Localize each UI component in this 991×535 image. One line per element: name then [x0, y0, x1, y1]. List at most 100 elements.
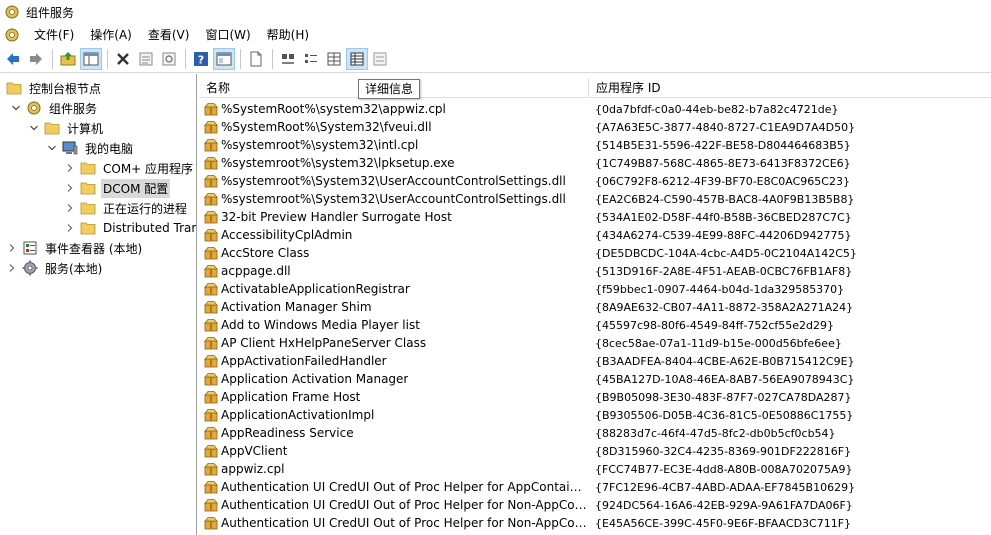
menu-view[interactable]: 查看(V) [140, 25, 198, 45]
properties-button[interactable] [135, 48, 157, 70]
table-row[interactable]: %systemroot%\system32\lpksetup.exe {1C749… [199, 154, 991, 172]
table-row[interactable]: %SystemRoot%\System32\fveui.dll {A7A63E5C… [199, 118, 991, 136]
table-row[interactable]: %systemroot%\System32\UserAccountControl… [199, 190, 991, 208]
row-name-text: ApplicationActivationImpl [221, 408, 375, 422]
chevron-right-icon[interactable] [64, 202, 76, 214]
computer-icon [62, 140, 78, 156]
delete-button[interactable] [112, 48, 134, 70]
cell-name: Application Activation Manager [199, 372, 589, 386]
cell-appid: {EA2C6B24-C590-457B-BAC8-4A0F9B13B5B8} [595, 192, 855, 206]
small-icons-button[interactable] [300, 48, 322, 70]
tree-node[interactable]: 计算机 [28, 118, 105, 138]
table-row[interactable]: Authentication UI CredUI Out of Proc Hel… [199, 496, 991, 514]
table-row[interactable]: AppVClient {8D315960-32C4-4235-8369-901DF… [199, 442, 991, 460]
menu-help[interactable]: 帮助(H) [259, 25, 317, 45]
tree-node[interactable]: 正在运行的进程 [64, 198, 189, 218]
table-row[interactable]: AppActivationFailedHandler {B3AADFEA-8404… [199, 352, 991, 370]
tree-node[interactable]: Distributed Trar [64, 218, 196, 238]
chevron-down-icon[interactable] [46, 142, 58, 154]
component-services-icon[interactable] [4, 27, 20, 43]
list-view-button[interactable] [323, 48, 345, 70]
table-row[interactable]: Application Activation Manager {45BA127D-… [199, 370, 991, 388]
chevron-right-icon[interactable] [64, 162, 76, 174]
menu-action[interactable]: 操作(A) [82, 25, 140, 45]
cell-name: ApplicationActivationImpl [199, 408, 589, 422]
table-row[interactable]: AccStore Class {DE5DBCDC-104A-4cbc-A4D5-0… [199, 244, 991, 262]
tree-node[interactable]: DCOM 配置 [64, 178, 171, 198]
cell-appid: {924DC564-16A6-42EB-929A-9A61FA7DA06F} [595, 498, 853, 512]
chevron-right-icon[interactable] [64, 222, 76, 234]
table-row[interactable]: AP Client HxHelpPaneServer Class {8cec58a… [199, 334, 991, 352]
dcom-package-icon [204, 462, 218, 476]
dcom-package-icon [204, 192, 218, 206]
table-row[interactable]: %SystemRoot%\system32\appwiz.cpl {0da7bfd… [199, 100, 991, 118]
menu-bar: 文件(F) 操作(A) 查看(V) 窗口(W) 帮助(H) [0, 24, 991, 46]
chevron-right-icon[interactable] [64, 182, 76, 194]
forward-button[interactable] [25, 48, 47, 70]
cell-name: Authentication UI CredUI Out of Proc Hel… [199, 516, 589, 530]
tree-node-label: COM+ 应用程序 [103, 161, 194, 176]
chevron-right-icon[interactable] [6, 242, 18, 254]
details-view-button[interactable] [346, 48, 368, 70]
tree-node[interactable]: 组件服务 [10, 98, 99, 118]
toolbar-separator [52, 49, 53, 69]
table-row[interactable]: acppage.dll {513D916F-2A8E-4F51-AEAB-0CBC… [199, 262, 991, 280]
chevron-down-icon[interactable] [10, 102, 22, 114]
table-row[interactable]: AppReadiness Service {88283d7c-46f4-47d5-… [199, 424, 991, 442]
table-row[interactable]: %systemroot%\System32\UserAccountControl… [199, 172, 991, 190]
chevron-down-icon[interactable] [28, 122, 40, 134]
console-tree-button[interactable] [213, 48, 235, 70]
cell-appid: {B3AADFEA-8404-4CBE-A62E-B0B715412C9E} [595, 354, 855, 368]
cell-appid: {0da7bfdf-c0a0-44eb-be82-b7a82c4721de} [595, 102, 839, 116]
table-row[interactable]: ApplicationActivationImpl {B9305506-D05B-… [199, 406, 991, 424]
console-tree[interactable]: 控制台根节点 组件服务计算机我的电脑 COM+ 应用程序 DCOM 配置 正在运行的进程… [0, 74, 197, 535]
table-row[interactable]: Add to Windows Media Player list {45597c9… [199, 316, 991, 334]
dcom-package-icon [204, 300, 218, 314]
table-row[interactable]: Authentication UI CredUI Out of Proc Hel… [199, 478, 991, 496]
list-rows: %SystemRoot%\system32\appwiz.cpl {0da7bfd… [199, 100, 991, 532]
cell-name: %SystemRoot%\system32\appwiz.cpl [199, 102, 589, 116]
cell-appid: {B9B05098-3E30-483F-87F7-027CA78DA287} [595, 390, 852, 404]
tree-node-label: 我的电脑 [85, 141, 134, 156]
table-row[interactable]: ActivatableApplicationRegistrar {f59bbec1… [199, 280, 991, 298]
tree-node[interactable]: 我的电脑 [46, 138, 135, 158]
details-view-icon [350, 52, 364, 66]
tree-node[interactable]: 服务(本地) [6, 258, 104, 278]
status-view-button[interactable] [369, 48, 391, 70]
refresh-button[interactable] [158, 48, 180, 70]
menu-window[interactable]: 窗口(W) [197, 25, 258, 45]
table-row[interactable]: Activation Manager Shim {8A9AE632-CB07-4A… [199, 298, 991, 316]
dcom-package-icon [204, 318, 218, 332]
up-level-button[interactable] [57, 48, 79, 70]
table-row[interactable]: %systemroot%\system32\intl.cpl {514B5E31-… [199, 136, 991, 154]
cell-name: AppReadiness Service [199, 426, 589, 440]
details-tooltip: 详细信息 [358, 79, 421, 99]
cell-name: AccessibilityCplAdmin [199, 228, 589, 242]
tree-node[interactable]: 事件查看器 (本地) [6, 238, 144, 258]
back-button[interactable] [2, 48, 24, 70]
chevron-right-icon[interactable] [6, 262, 18, 274]
table-row[interactable]: Authentication UI CredUI Out of Proc Hel… [199, 514, 991, 532]
tree-node[interactable]: COM+ 应用程序 [64, 158, 195, 178]
table-row[interactable]: appwiz.cpl {FCC74B77-EC3E-4dd8-A80B-008A7… [199, 460, 991, 478]
console-tree-icon [216, 52, 232, 66]
help-button[interactable]: ? [190, 48, 212, 70]
table-row[interactable]: AccessibilityCplAdmin {434A6274-C539-4E99… [199, 226, 991, 244]
folder-icon [6, 80, 22, 96]
dcom-list-view[interactable]: 名称 应用程序 ID %SystemRoot%\system32\appwiz.… [199, 74, 991, 535]
dcom-package-icon [204, 336, 218, 350]
menu-file[interactable]: 文件(F) [26, 25, 82, 45]
show-hide-tree-button[interactable] [80, 48, 102, 70]
tree-node[interactable]: 控制台根节点 [6, 78, 103, 98]
table-row[interactable]: Application Frame Host {B9B05098-3E30-483… [199, 388, 991, 406]
new-button[interactable] [245, 48, 267, 70]
row-name-text: %SystemRoot%\system32\appwiz.cpl [221, 102, 446, 116]
large-icons-button[interactable] [277, 48, 299, 70]
table-row[interactable]: 32-bit Preview Handler Surrogate Host {53… [199, 208, 991, 226]
dcom-package-icon [204, 390, 218, 404]
row-name-text: %systemroot%\system32\lpksetup.exe [221, 156, 455, 170]
column-header-appid[interactable]: 应用程序 ID [589, 78, 991, 98]
cell-name: AP Client HxHelpPaneServer Class [199, 336, 589, 350]
tree-node-label: 计算机 [67, 121, 104, 136]
row-name-text: %systemroot%\System32\UserAccountControl… [221, 192, 566, 206]
